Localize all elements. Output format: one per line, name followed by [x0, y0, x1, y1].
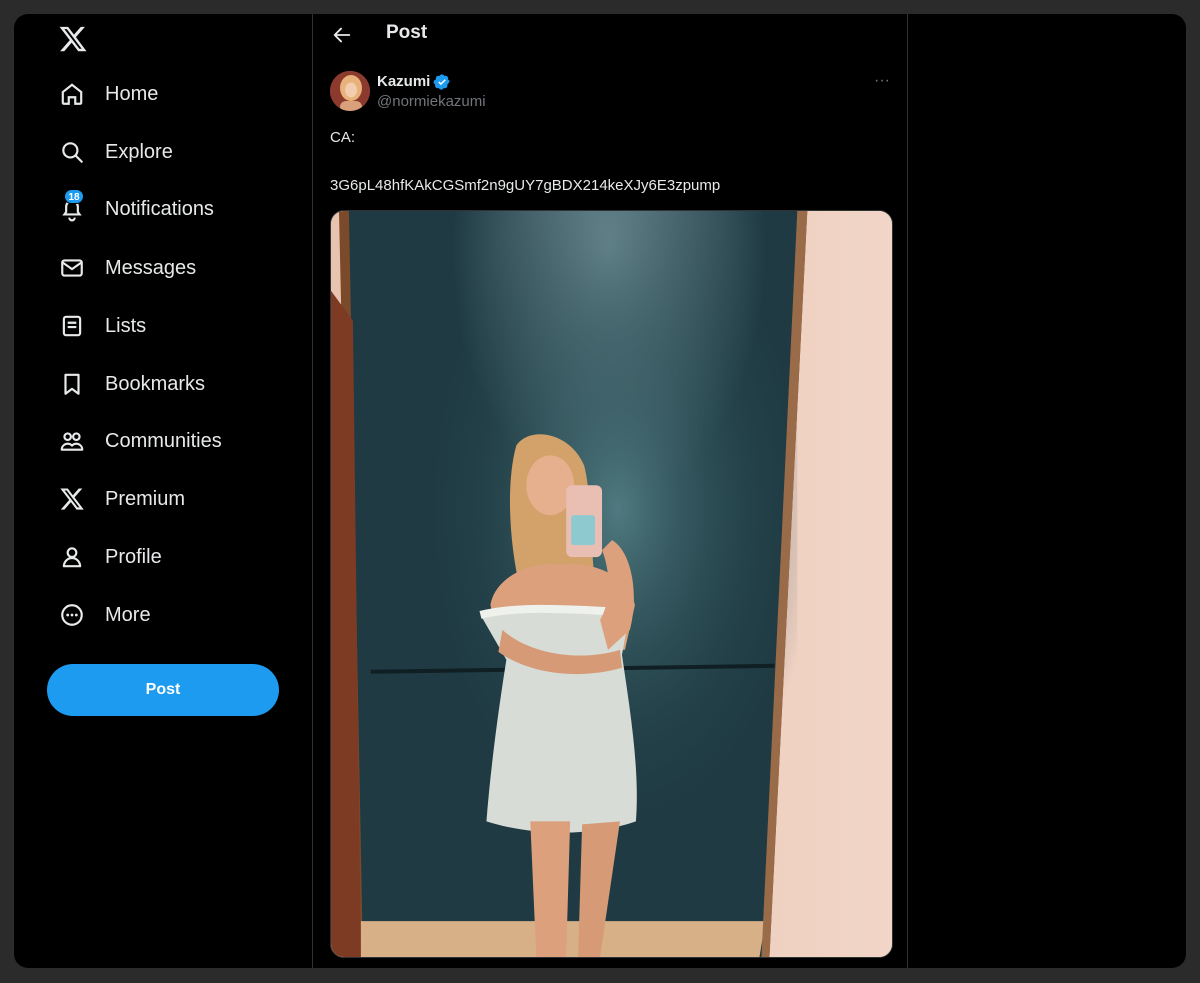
sidebar-item-notifications[interactable]: 18 Notifications	[58, 189, 214, 229]
sidebar-item-label: Explore	[105, 140, 173, 163]
sidebar-item-lists[interactable]: Lists	[58, 306, 146, 346]
sidebar-item-label: Home	[105, 82, 159, 105]
more-circle-icon	[58, 601, 86, 629]
x-logo-icon	[58, 485, 86, 513]
page-title: Post	[386, 22, 428, 43]
more-options-icon[interactable]: ···	[871, 72, 893, 94]
sidebar-item-explore[interactable]: Explore	[58, 132, 173, 172]
mail-icon	[58, 254, 86, 282]
notification-badge: 18	[64, 189, 84, 204]
sidebar-item-premium[interactable]: Premium	[58, 479, 185, 519]
communities-icon	[58, 427, 86, 455]
sidebar-item-messages[interactable]: Messages	[58, 248, 196, 288]
avatar[interactable]	[330, 71, 370, 111]
main-column: Post Kazumi @normiekazumi ··· CA: 3G6pL4…	[312, 14, 908, 968]
person-icon	[58, 543, 86, 571]
sidebar-item-label: More	[105, 603, 151, 626]
sidebar-item-label: Notifications	[105, 197, 214, 220]
bell-icon: 18	[58, 189, 86, 223]
post-photo-image	[331, 211, 892, 957]
sidebar-item-label: Communities	[105, 429, 222, 452]
sidebar-item-bookmarks[interactable]: Bookmarks	[58, 364, 205, 404]
search-icon	[58, 138, 86, 166]
bookmark-icon	[58, 370, 86, 398]
verified-badge-icon	[433, 73, 451, 91]
sidebar-item-more[interactable]: More	[58, 595, 151, 635]
post-photo[interactable]	[330, 210, 893, 958]
sidebar: Home Explore 18 Notifications Messages L…	[14, 14, 312, 968]
sidebar-item-label: Messages	[105, 256, 197, 279]
post-text: CA: 3G6pL48hfKAkCGSmf2n9gUY7gBDX214keXJy…	[330, 128, 890, 196]
post-header: Post	[313, 14, 907, 54]
sidebar-item-home[interactable]: Home	[58, 74, 158, 114]
back-arrow-icon[interactable]	[331, 24, 353, 46]
sidebar-item-label: Profile	[105, 545, 162, 568]
app-window: Home Explore 18 Notifications Messages L…	[14, 14, 1186, 968]
sidebar-item-profile[interactable]: Profile	[58, 537, 162, 577]
x-logo-icon[interactable]	[58, 24, 88, 54]
home-icon	[58, 80, 86, 108]
author-name[interactable]: Kazumi	[377, 73, 430, 90]
author-handle[interactable]: @normiekazumi	[377, 93, 486, 110]
post-button[interactable]: Post	[47, 664, 279, 716]
sidebar-item-communities[interactable]: Communities	[58, 421, 222, 461]
post-text-line: CA:	[330, 129, 356, 146]
sidebar-item-label: Lists	[105, 314, 147, 337]
list-icon	[58, 312, 86, 340]
sidebar-item-label: Bookmarks	[105, 372, 206, 395]
sidebar-item-label: Premium	[105, 487, 186, 510]
post-text-line: 3G6pL48hfKAkCGSmf2n9gUY7gBDX214keXJy6E3z…	[330, 177, 721, 194]
